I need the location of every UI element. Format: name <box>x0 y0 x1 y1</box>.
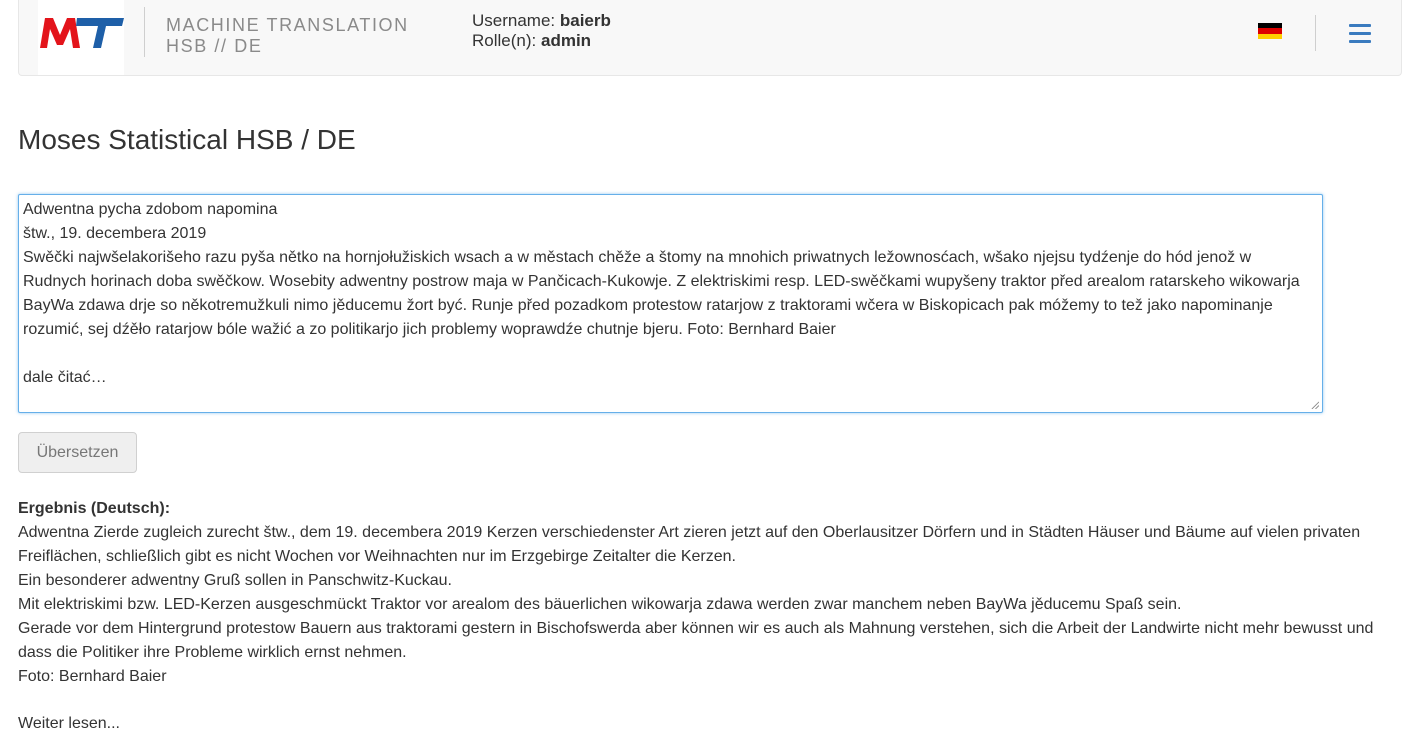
brand-line-1: MACHINE TRANSLATION <box>166 15 409 35</box>
username-row: Username: baierb <box>472 11 611 31</box>
role-value: admin <box>540 31 592 50</box>
resize-handle-icon[interactable] <box>1311 401 1319 409</box>
hamburger-menu-icon[interactable] <box>1349 24 1371 44</box>
translate-button[interactable]: Übersetzen <box>18 432 137 473</box>
read-more-text: Weiter lesen... <box>18 715 120 732</box>
brand-line-2: HSB // DE <box>166 36 263 56</box>
mt-logo-icon <box>40 18 124 48</box>
source-text-input[interactable]: Adwentna pycha zdobom napomina štw., 19.… <box>18 194 1323 413</box>
user-info: Username: baierb Rolle(n): admin <box>472 11 611 51</box>
role-label: Rolle(n): <box>472 31 537 50</box>
result-line: Gerade vor dem Hintergrund protestow Bau… <box>18 620 1374 661</box>
nav-divider <box>1315 15 1316 51</box>
german-flag-icon[interactable] <box>1258 23 1282 39</box>
result-line: Foto: Bernhard Baier <box>18 668 167 685</box>
page-title: Moses Statistical HSB / DE <box>18 124 356 155</box>
brand-title[interactable]: MACHINE TRANSLATION HSB // DE <box>166 15 409 57</box>
role-row: Rolle(n): admin <box>472 31 611 51</box>
username-label: Username: <box>472 11 556 30</box>
result-line: Adwentna Zierde zugleich zurecht štw., d… <box>18 524 1361 565</box>
brand-divider <box>144 7 145 57</box>
translation-result: Ergebnis (Deutsch): Adwentna Zierde zugl… <box>18 497 1398 689</box>
result-line: Ein besonderer adwentny Gruß sollen in P… <box>18 572 452 589</box>
result-line: Mit elektriskimi bzw. LED-Kerzen ausgesc… <box>18 596 1182 613</box>
result-title: Ergebnis (Deutsch): <box>18 500 171 517</box>
navbar: MACHINE TRANSLATION HSB // DE Username: … <box>18 0 1402 76</box>
mt-logo[interactable] <box>38 0 124 75</box>
username-value: baierb <box>559 11 611 30</box>
